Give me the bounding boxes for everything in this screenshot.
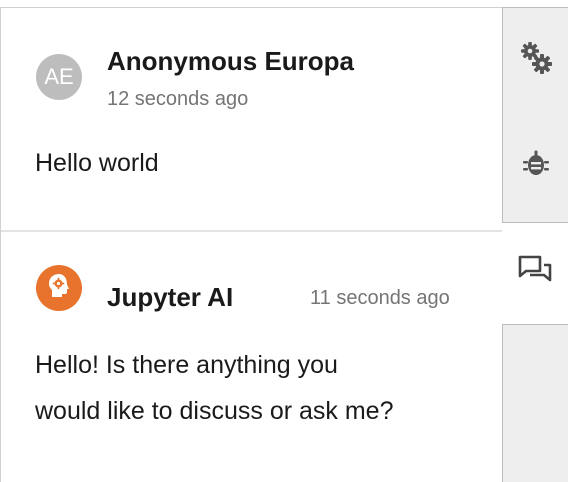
app-root: AE Anonymous Europa 12 seconds ago Hello… xyxy=(0,0,568,482)
message-body: Hello! Is there anything you would like … xyxy=(35,342,485,434)
message-timestamp: 12 seconds ago xyxy=(107,88,249,110)
message-line: Hello world xyxy=(35,149,159,177)
ai-avatar xyxy=(36,265,82,311)
sidebar-empty-area xyxy=(502,324,568,482)
message-line: Hello! Is there anything you xyxy=(35,351,338,379)
user-avatar: AE xyxy=(36,54,82,100)
sender-name: Jupyter AI xyxy=(107,282,234,312)
message-timestamp: 11 seconds ago xyxy=(310,287,450,309)
message-line: would like to discuss or ask me? xyxy=(35,397,394,425)
head-gear-icon xyxy=(44,271,74,306)
right-sidebar xyxy=(502,7,568,482)
chat-icon xyxy=(517,254,553,293)
tab-debugger[interactable] xyxy=(502,111,568,223)
tab-settings[interactable] xyxy=(502,7,568,111)
chat-message: Jupyter AI 11 seconds ago Hello! Is ther… xyxy=(1,232,502,482)
gears-icon xyxy=(518,38,554,81)
sender-name: Anonymous Europa xyxy=(107,46,355,76)
tab-chat[interactable] xyxy=(502,223,568,324)
bug-icon xyxy=(521,149,551,184)
message-body: Hello world xyxy=(35,140,159,186)
chat-panel: AE Anonymous Europa 12 seconds ago Hello… xyxy=(1,8,502,482)
chat-message: AE Anonymous Europa 12 seconds ago Hello… xyxy=(1,8,502,230)
avatar-initials: AE xyxy=(44,64,74,89)
